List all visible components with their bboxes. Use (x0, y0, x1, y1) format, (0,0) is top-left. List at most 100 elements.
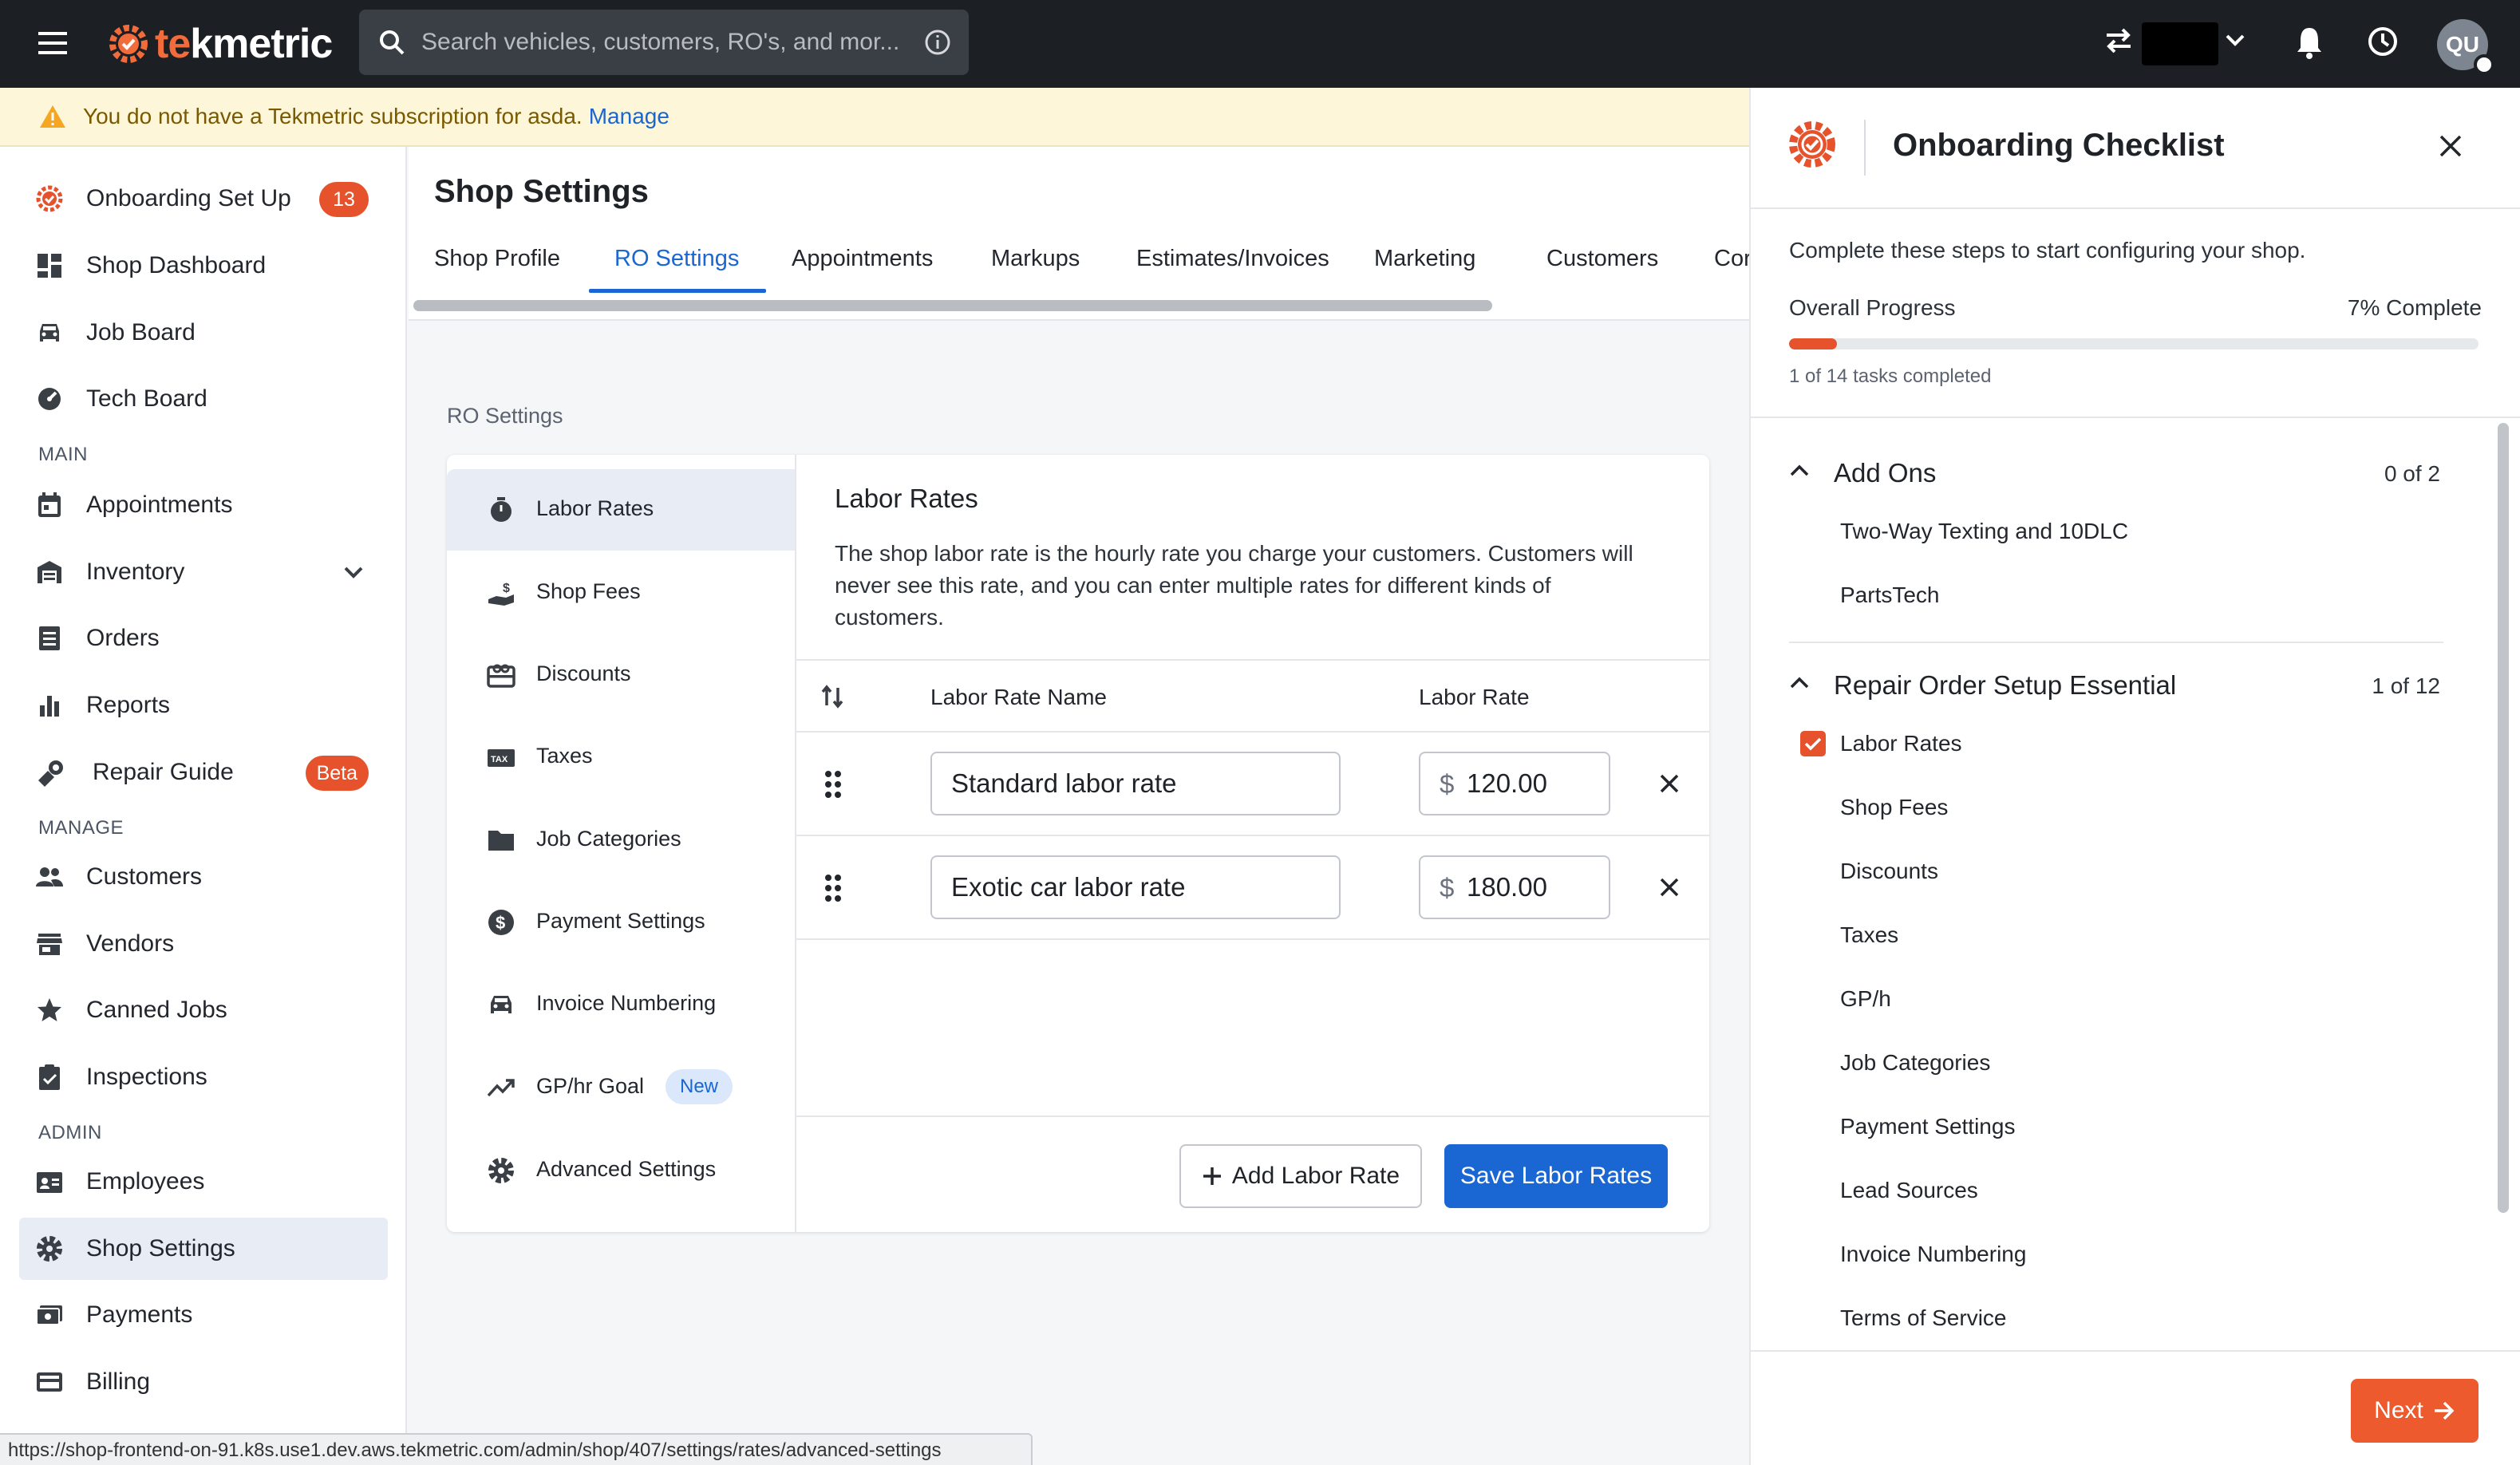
task-labor-rates[interactable]: Labor Rates (1840, 731, 1962, 756)
task-shop-fees[interactable]: Shop Fees (1840, 795, 1948, 820)
sidebar-item-inventory[interactable]: Inventory (19, 541, 388, 603)
subnav-item-shop-fees[interactable]: $ Shop Fees (447, 552, 795, 634)
sidebar-item-shop-settings[interactable]: Shop Settings (19, 1218, 388, 1280)
task-lead-sources[interactable]: Lead Sources (1840, 1178, 1978, 1203)
sidebar-item-orders[interactable]: Orders (19, 607, 388, 669)
panel-description: The shop labor rate is the hourly rate y… (835, 541, 1633, 630)
shop-selector[interactable] (2142, 22, 2218, 65)
sidebar-item-label: Billing (86, 1368, 151, 1395)
search-input[interactable] (421, 21, 900, 64)
task-gp-h[interactable]: GP/h (1840, 986, 1891, 1012)
sidebar-item-appointments[interactable]: Appointments (19, 474, 388, 536)
sidebar-item-label: Canned Jobs (86, 997, 227, 1023)
labor-rate-field[interactable]: $ (1419, 855, 1610, 919)
subnav-item-advanced-settings[interactable]: Advanced Settings (447, 1130, 795, 1211)
subnav-item-taxes[interactable]: TAX Taxes (447, 717, 795, 798)
tab-customers[interactable]: Customers (1546, 246, 1658, 272)
sidebar-item-onboarding[interactable]: Onboarding Set Up 13 (19, 168, 388, 230)
labor-rate-name-input[interactable] (930, 752, 1341, 815)
sidebar-item-reports[interactable]: Reports (19, 674, 388, 736)
trending-up-icon (487, 1073, 515, 1102)
subnav-item-gp-hr-goal[interactable]: GP/hr Goal New (447, 1047, 795, 1128)
drag-handle-icon[interactable] (824, 769, 843, 800)
global-search[interactable] (359, 10, 969, 75)
tekmetric-logo[interactable]: tekmetric (105, 16, 333, 72)
menu-icon[interactable] (38, 29, 70, 57)
sidebar-item-canned-jobs[interactable]: Canned Jobs (19, 979, 388, 1041)
tab-shop-profile[interactable]: Shop Profile (434, 246, 560, 272)
add-labor-rate-button[interactable]: Add Labor Rate (1179, 1144, 1422, 1208)
onboarding-gear-icon (1786, 118, 1839, 171)
sidebar-item-tech-board[interactable]: Tech Board (19, 368, 388, 430)
subnav-item-invoice-numbering[interactable]: Invoice Numbering (447, 964, 795, 1045)
subnav-item-job-categories[interactable]: Job Categories (447, 800, 795, 881)
subnav-item-label: Job Categories (536, 827, 681, 851)
group-header-repair-order-setup[interactable]: Repair Order Setup Essential 1 of 12 (1789, 665, 2440, 705)
manage-link[interactable]: Manage (589, 104, 669, 129)
task-invoice-numbering[interactable]: Invoice Numbering (1840, 1242, 2026, 1267)
swap-icon[interactable] (2103, 26, 2134, 56)
next-button[interactable]: Next (2351, 1379, 2479, 1443)
close-icon[interactable] (2437, 132, 2464, 160)
labor-rate-field[interactable]: $ (1419, 752, 1610, 815)
page-title: Shop Settings (434, 174, 649, 209)
group-header-add-ons[interactable]: Add Ons 0 of 2 (1789, 453, 2440, 493)
subnav-item-discounts[interactable]: Discounts (447, 634, 795, 716)
logo-text: tekmetric (155, 21, 333, 67)
sort-icon[interactable] (820, 683, 844, 710)
chevron-down-icon[interactable] (2225, 34, 2245, 48)
sidebar-item-payments[interactable]: Payments (19, 1284, 388, 1346)
remove-icon[interactable] (1658, 876, 1681, 898)
sidebar-item-job-board[interactable]: Job Board (19, 302, 388, 364)
save-labor-rates-button[interactable]: Save Labor Rates (1444, 1144, 1668, 1208)
task-discounts[interactable]: Discounts (1840, 859, 1938, 884)
task-terms-of-service[interactable]: Terms of Service (1840, 1305, 2007, 1331)
sidebar-item-customers[interactable]: Customers (19, 846, 388, 908)
subnav-item-label: Shop Fees (536, 579, 641, 603)
tabs-scrollbar[interactable] (413, 300, 1492, 311)
drawer-scrollbar[interactable] (2498, 423, 2509, 1213)
sidebar-item-employees[interactable]: Employees (19, 1151, 388, 1213)
checkbox-checked-icon[interactable] (1800, 731, 1826, 756)
new-badge: New (666, 1069, 733, 1104)
drag-handle-icon[interactable] (824, 873, 843, 903)
sidebar-item-shop-dashboard[interactable]: Shop Dashboard (19, 235, 388, 297)
tab-markups[interactable]: Markups (991, 246, 1080, 272)
tab-appointments[interactable]: Appointments (792, 246, 933, 272)
task-taxes[interactable]: Taxes (1840, 922, 1898, 948)
task-two-way-texting[interactable]: Two-Way Texting and 10DLC (1840, 519, 2128, 544)
car-icon (487, 990, 515, 1019)
subnav-item-labor-rates[interactable]: Labor Rates (447, 469, 795, 551)
task-payment-settings[interactable]: Payment Settings (1840, 1114, 2015, 1139)
status-bar-url: https://shop-frontend-on-91.k8s.use1.dev… (0, 1433, 1033, 1465)
store-icon (35, 930, 64, 958)
chevron-down-icon[interactable] (342, 560, 365, 584)
tab-truncated[interactable]: Cor (1714, 246, 1749, 272)
section-label-main: MAIN (38, 444, 88, 465)
subnav-item-payment-settings[interactable]: $ Payment Settings (447, 882, 795, 963)
info-icon[interactable] (924, 29, 951, 56)
breadcrumb: RO Settings (447, 404, 563, 428)
task-partstech[interactable]: PartsTech (1840, 582, 1940, 608)
tab-ro-settings[interactable]: RO Settings (614, 246, 739, 272)
gear-icon (487, 1156, 515, 1185)
chevron-up-icon (1789, 675, 1810, 689)
task-job-categories[interactable]: Job Categories (1840, 1050, 1990, 1076)
tab-estimates-invoices[interactable]: Estimates/Invoices (1136, 246, 1329, 272)
sidebar-item-vendors[interactable]: Vendors (19, 913, 388, 975)
tab-marketing[interactable]: Marketing (1374, 246, 1475, 272)
subnav-item-label: Invoice Numbering (536, 991, 717, 1015)
bell-icon[interactable] (2295, 26, 2324, 59)
money-icon (35, 1301, 64, 1329)
ro-settings-subnav: Labor Rates $ Shop Fees Discounts TAX Ta… (447, 455, 796, 1232)
labor-rate-input[interactable] (1467, 764, 1602, 803)
clock-icon[interactable] (2367, 26, 2399, 57)
labor-rate-input[interactable] (1467, 868, 1602, 906)
remove-icon[interactable] (1658, 772, 1681, 795)
chevron-up-icon (1789, 463, 1810, 477)
labor-rate-name-input[interactable] (930, 855, 1341, 919)
sidebar-item-label: Payments (86, 1301, 193, 1328)
sidebar-item-billing[interactable]: Billing (19, 1351, 388, 1413)
sidebar-item-inspections[interactable]: Inspections (19, 1046, 388, 1108)
sidebar-item-repair-guide[interactable]: Repair Guide Beta (19, 741, 388, 804)
